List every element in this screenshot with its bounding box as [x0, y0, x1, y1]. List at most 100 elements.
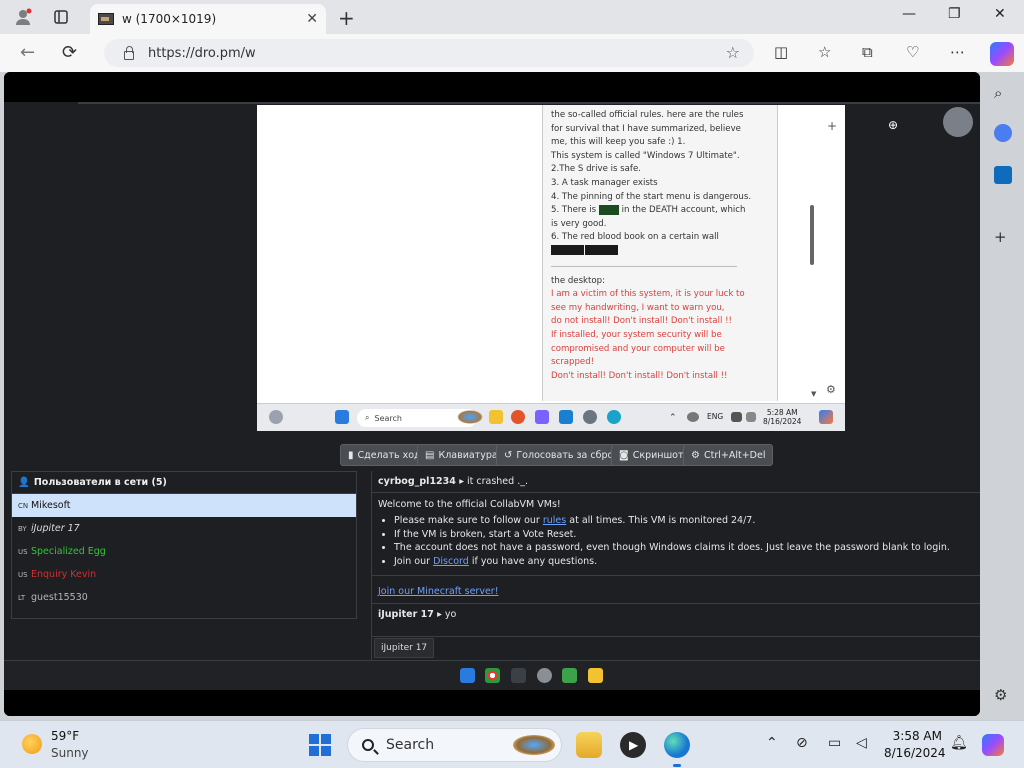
discord-link[interactable]: Discord — [433, 556, 469, 567]
rules-link[interactable]: rules — [543, 515, 566, 526]
doc-divider — [551, 265, 737, 267]
profile-icon[interactable] — [12, 6, 34, 28]
vm-network-icon — [687, 412, 699, 422]
sidebar-copilot-icon[interactable] — [994, 124, 1012, 142]
visual-search-icon[interactable] — [943, 107, 973, 137]
host-settings-icon[interactable] — [537, 668, 552, 683]
more-menu-icon[interactable]: ⋯ — [950, 43, 965, 61]
chat-username: cyrbog_pl1234 ▸ — [378, 476, 464, 487]
sidebar-add-icon[interactable]: + — [994, 228, 1007, 246]
collections-icon[interactable]: ⧉ — [862, 43, 873, 61]
tab-close-icon[interactable]: ✕ — [306, 11, 318, 27]
vm-clock[interactable]: 5:28 AM 8/16/2024 — [763, 408, 801, 426]
vm-explorer-icon[interactable] — [489, 410, 503, 424]
vm-widgets-icon[interactable] — [269, 410, 283, 424]
sidebar-search-icon[interactable]: ⌕ — [994, 84, 1002, 102]
copilot-icon[interactable] — [990, 42, 1014, 66]
vm-date: 8/16/2024 — [763, 417, 802, 426]
host-terminal-icon[interactable] — [511, 668, 526, 683]
user-row[interactable]: US Enquiry Kevin — [12, 563, 356, 586]
vm-tray-chevron-icon[interactable]: ⌃ — [669, 413, 679, 423]
scroll-down-icon[interactable]: ▼ — [811, 390, 816, 398]
vm-settings-app-icon[interactable] — [583, 410, 597, 424]
reset-icon: ↺ — [504, 449, 513, 461]
country-code: CN — [18, 501, 29, 510]
tray-chevron-icon[interactable]: ⌃ — [766, 735, 778, 751]
minimize-icon[interactable]: — — [902, 6, 916, 22]
user-row[interactable]: CN Mikesoft — [12, 494, 356, 517]
host-start-icon[interactable] — [460, 668, 475, 683]
redacted-block — [585, 245, 618, 256]
minecraft-link[interactable]: Join our Minecraft server! — [378, 586, 499, 597]
host-chrome-icon[interactable] — [485, 668, 500, 683]
vm-add-icon[interactable]: + — [827, 119, 837, 133]
zoom-icon[interactable]: ⊕ — [888, 118, 898, 132]
country-code: US — [18, 570, 28, 579]
vm-app-icon[interactable] — [535, 410, 549, 424]
doc-line: 4. The pinning of the start menu is dang… — [551, 191, 752, 202]
welcome-item: If the VM is broken, start a Vote Reset. — [394, 528, 950, 542]
doc-line-5-pre: 5. There is — [551, 205, 597, 216]
url-field[interactable]: https://dro.pm/w ☆ — [104, 39, 754, 67]
desktop-label: the desktop: — [551, 275, 606, 286]
vm-search-label: Search — [374, 413, 402, 423]
favorite-star-icon[interactable]: ☆ — [726, 43, 740, 62]
notification-bell-icon[interactable]: 🔔︎ — [950, 735, 968, 751]
copilot-taskbar-icon[interactable] — [982, 734, 1004, 756]
vm-screen[interactable]: the so-called official rules. here are t… — [257, 105, 845, 431]
vm-document: the so-called official rules. here are t… — [542, 105, 778, 401]
ctrl-alt-del-button[interactable]: ⚙ Ctrl+Alt+Del — [683, 444, 774, 466]
vm-scrollbar[interactable] — [810, 205, 814, 265]
taskbar-clock[interactable]: 3:58 AM 8/16/2024 — [884, 728, 946, 762]
bullet-text: Join our — [394, 556, 431, 568]
edge-icon[interactable] — [664, 732, 690, 767]
doc-line — [551, 245, 769, 259]
split-screen-icon[interactable]: ◫ — [774, 43, 788, 61]
chat-divider — [372, 636, 980, 637]
vote-reset-button[interactable]: ↺ Голосовать за сброс — [496, 444, 627, 466]
back-icon[interactable]: ← — [20, 42, 35, 63]
vm-store-icon[interactable] — [559, 410, 573, 424]
vm-start-icon[interactable] — [335, 410, 349, 424]
sidebar-settings-icon[interactable]: ⚙ — [994, 686, 1007, 704]
restore-icon[interactable]: ❐ — [948, 6, 961, 22]
taskbar-search[interactable]: Search — [347, 728, 562, 762]
taskbar-date: 8/16/2024 — [884, 746, 946, 760]
take-turn-button[interactable]: ▮ Сделать ход — [340, 444, 429, 466]
chat-divider — [372, 492, 980, 493]
sun-icon[interactable] — [22, 734, 42, 754]
vm-copilot-icon[interactable] — [819, 410, 833, 424]
refresh-icon[interactable]: ⟳ — [62, 42, 77, 63]
screenshot-button[interactable]: ◙ Скриншот — [611, 444, 692, 466]
network-off-icon[interactable]: ⊘ — [796, 735, 808, 751]
display-icon[interactable]: ▭ — [828, 735, 841, 751]
doc-line: 6. The red blood book on a certain wall — [551, 232, 719, 243]
vm-lang[interactable]: ENG — [707, 412, 723, 421]
window-close-icon[interactable]: ✕ — [994, 6, 1006, 22]
browser-tab[interactable]: w (1700×1019) ✕ — [90, 4, 326, 34]
users-title: Пользователи в сети (5) — [33, 477, 167, 488]
tab-actions-icon[interactable] — [50, 6, 72, 28]
search-highlight-icon — [513, 735, 555, 755]
favorites-icon[interactable]: ☆ — [818, 43, 831, 61]
start-icon[interactable] — [309, 734, 331, 756]
doc-red-line: compromised and your computer will be — [551, 343, 725, 354]
bullet-text: if you have any questions. — [471, 556, 598, 568]
vm-firefox-icon[interactable] — [511, 410, 525, 424]
new-tab-icon[interactable]: + — [338, 6, 355, 30]
host-explorer-icon[interactable] — [588, 668, 603, 683]
user-row[interactable]: US Specialized Egg — [12, 540, 356, 563]
sidebar-outlook-icon[interactable] — [994, 166, 1012, 184]
bullet-text: at all times. This VM is monitored 24/7. — [569, 515, 756, 526]
user-row[interactable]: BY iJupiter 17 — [12, 517, 356, 540]
user-row[interactable]: LT guest15530 — [12, 586, 356, 609]
lock-icon — [124, 45, 134, 60]
media-player-icon[interactable]: ▶ — [620, 732, 646, 758]
volume-icon[interactable]: ◁ — [856, 735, 867, 751]
host-app-icon[interactable] — [562, 668, 577, 683]
vm-settings-icon[interactable]: ⚙ — [826, 383, 836, 396]
file-explorer-icon[interactable] — [576, 732, 602, 758]
browser-essentials-icon[interactable]: ♡ — [906, 43, 919, 61]
vm-edge-icon[interactable] — [607, 410, 621, 424]
keyboard-button[interactable]: ▤ Клавиатура — [417, 444, 506, 466]
